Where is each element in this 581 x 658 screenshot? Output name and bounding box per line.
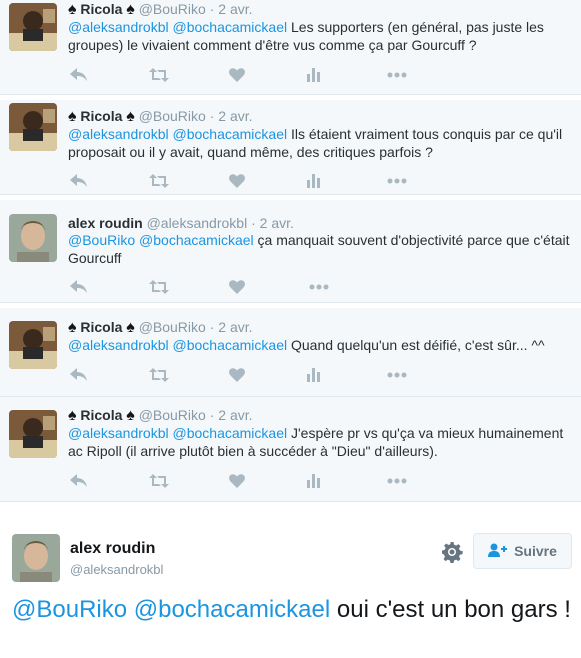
tweet-timestamp[interactable]: 2 avr. <box>218 1 252 17</box>
heart-icon[interactable] <box>226 366 248 384</box>
spade-icon: ♠ <box>126 319 135 336</box>
author-handle[interactable]: @BouRiko <box>139 407 206 423</box>
tweet-timestamp[interactable]: 2 avr. <box>260 215 294 231</box>
reply-icon[interactable] <box>68 366 90 384</box>
more-icon[interactable] <box>386 472 408 490</box>
tweet[interactable]: ♠ Ricola ♠ @BouRiko · 2 avr. @aleksandro… <box>0 0 581 95</box>
spade-icon: ♠ <box>68 108 77 125</box>
spade-icon: ♠ <box>68 1 77 18</box>
heart-icon[interactable] <box>226 172 248 190</box>
separator: · <box>209 319 215 335</box>
more-icon[interactable] <box>386 172 408 190</box>
mention-link[interactable]: @aleksandrokbl <box>68 337 169 353</box>
separator: · <box>209 1 215 17</box>
tweet[interactable]: alex roudin @aleksandrokbl · 2 avr. @Bou… <box>0 200 581 303</box>
retweet-icon[interactable] <box>148 66 170 84</box>
tweet-body: oui c'est un bon gars ! <box>336 596 571 623</box>
spade-icon: ♠ <box>68 319 77 336</box>
avatar[interactable] <box>12 534 60 582</box>
heart-icon[interactable] <box>226 472 248 490</box>
spade-icon: ♠ <box>68 407 77 424</box>
author-handle[interactable]: @BouRiko <box>139 108 206 124</box>
mention-link[interactable]: @bochacamickael <box>139 232 254 248</box>
expanded-tweet: alex roudin @aleksandrokbl Suivre @BouRi… <box>0 502 581 658</box>
tweet-timestamp[interactable]: 2 avr. <box>218 319 252 335</box>
author-name[interactable]: Ricola <box>80 319 122 335</box>
author-name[interactable]: Ricola <box>80 407 122 423</box>
tweet-timestamp[interactable]: 2 avr. <box>218 407 252 423</box>
avatar[interactable] <box>9 321 57 369</box>
mention-link[interactable]: @BouRiko <box>12 596 127 623</box>
tweet-text: @BouRiko @bochacamickael ça manquait sou… <box>68 231 573 267</box>
tweet-text: @aleksandrokbl @bochacamickael Quand que… <box>68 336 573 354</box>
mention-link[interactable]: @bochacamickael <box>134 596 330 623</box>
reply-icon[interactable] <box>68 172 90 190</box>
separator: · <box>251 215 256 231</box>
avatar[interactable] <box>9 3 57 51</box>
author-name[interactable]: alex roudin <box>70 540 155 558</box>
tweet-text: @aleksandrokbl @bochacamickael Les suppo… <box>68 18 573 54</box>
mention-link[interactable]: @bochacamickael <box>173 425 288 441</box>
reply-icon[interactable] <box>68 472 90 490</box>
author-handle[interactable]: @BouRiko <box>139 1 206 17</box>
tweet[interactable]: ♠ Ricola ♠ @BouRiko · 2 avr. @aleksandro… <box>0 397 581 502</box>
analytics-icon[interactable] <box>303 172 325 190</box>
tweet-text: @aleksandrokbl @bochacamickael J'espère … <box>68 424 573 460</box>
reply-icon[interactable] <box>68 66 90 84</box>
more-icon[interactable] <box>386 66 408 84</box>
retweet-icon[interactable] <box>148 472 170 490</box>
more-icon[interactable] <box>308 278 330 296</box>
spade-icon: ♠ <box>126 1 135 18</box>
spade-icon: ♠ <box>126 108 135 125</box>
analytics-icon[interactable] <box>303 66 325 84</box>
tweet-body: Quand quelqu'un est déifié, c'est sûr...… <box>291 337 545 353</box>
separator: · <box>209 407 215 423</box>
retweet-icon[interactable] <box>148 172 170 190</box>
follow-label: Suivre <box>514 543 557 559</box>
tweet-timestamp[interactable]: 2 avr. <box>218 108 252 124</box>
tweet-text: @BouRiko @bochacamickael oui c'est un bo… <box>12 594 572 625</box>
mention-link[interactable]: @BouRiko <box>68 232 135 248</box>
author-name[interactable]: Ricola <box>80 1 122 17</box>
mention-link[interactable]: @aleksandrokbl <box>68 19 169 35</box>
author-handle[interactable]: @aleksandrokbl <box>70 562 163 577</box>
heart-icon[interactable] <box>226 66 248 84</box>
tweet[interactable]: ♠ Ricola ♠ @BouRiko · 2 avr. @aleksandro… <box>0 308 581 397</box>
author-name[interactable]: Ricola <box>80 108 122 124</box>
tweet-text: @aleksandrokbl @bochacamickael Ils étaie… <box>68 125 573 161</box>
author-name[interactable]: alex roudin <box>68 215 143 231</box>
mention-link[interactable]: @bochacamickael <box>173 19 288 35</box>
avatar[interactable] <box>9 410 57 458</box>
tweet[interactable]: ♠ Ricola ♠ @BouRiko · 2 avr. @aleksandro… <box>0 100 581 195</box>
analytics-icon[interactable] <box>303 366 325 384</box>
mention-link[interactable]: @bochacamickael <box>173 126 288 142</box>
separator: · <box>209 108 215 124</box>
spade-icon: ♠ <box>126 407 135 424</box>
author-handle[interactable]: @aleksandrokbl <box>147 215 248 231</box>
mention-link[interactable]: @bochacamickael <box>173 337 288 353</box>
more-icon[interactable] <box>386 366 408 384</box>
mention-link[interactable]: @aleksandrokbl <box>68 425 169 441</box>
retweet-icon[interactable] <box>148 366 170 384</box>
avatar[interactable] <box>9 214 57 262</box>
gear-icon[interactable] <box>441 541 463 564</box>
follow-button[interactable]: Suivre <box>473 533 572 569</box>
author-handle[interactable]: @BouRiko <box>139 319 206 335</box>
avatar[interactable] <box>9 103 57 151</box>
analytics-icon[interactable] <box>303 472 325 490</box>
mention-link[interactable]: @aleksandrokbl <box>68 126 169 142</box>
reply-icon[interactable] <box>68 278 90 296</box>
follow-user-icon <box>488 543 514 560</box>
heart-icon[interactable] <box>226 278 248 296</box>
retweet-icon[interactable] <box>148 278 170 296</box>
